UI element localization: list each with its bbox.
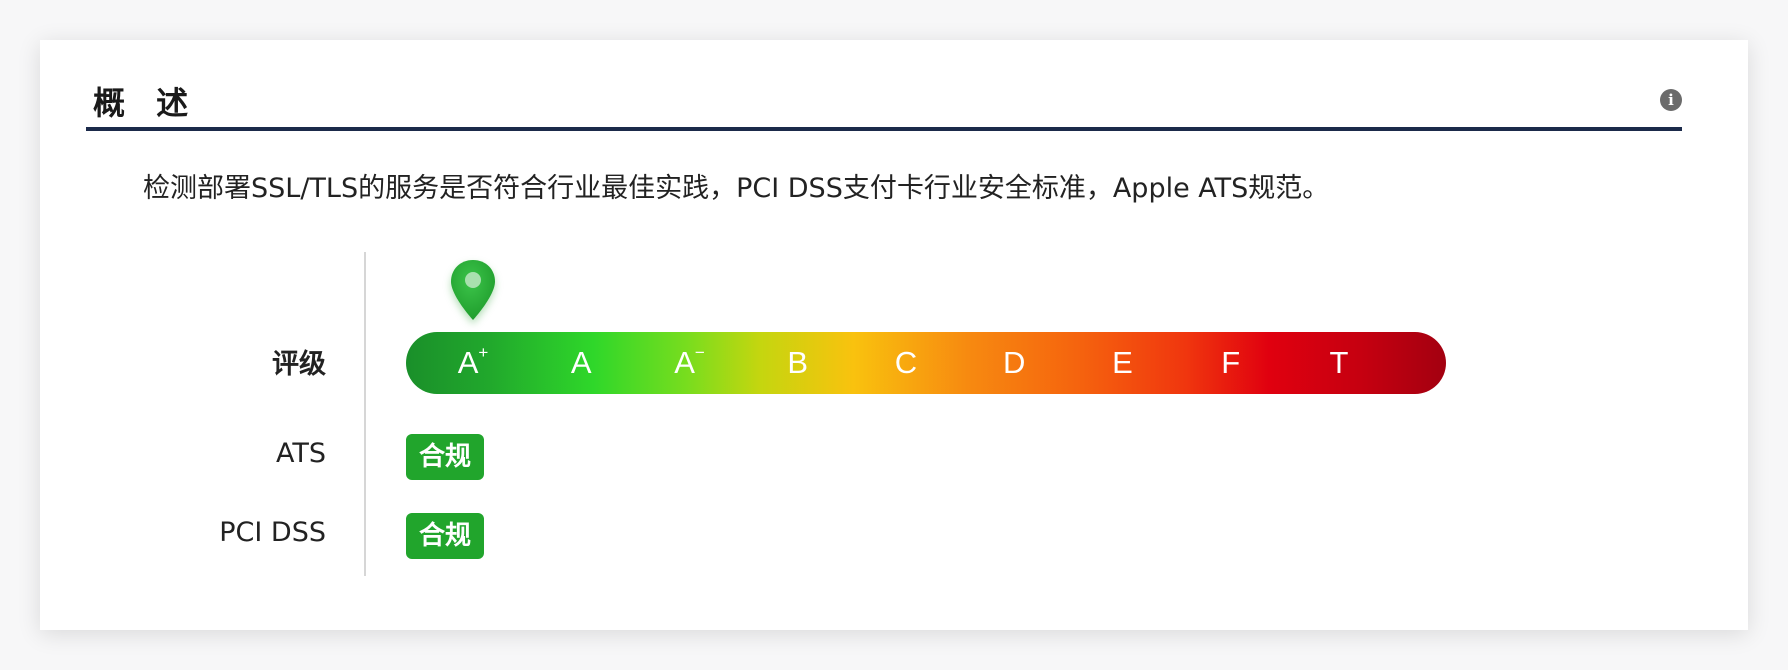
info-icon[interactable]: i (1660, 89, 1682, 111)
grade-label-c: C (894, 345, 918, 380)
grade-label-e: E (1112, 345, 1133, 380)
grade-row-label: 评级 (272, 349, 326, 380)
grade-label-a-plus: A+ (457, 342, 489, 380)
grade-label-f: F (1221, 345, 1241, 380)
pci-dss-compliance-badge: 合规 (406, 513, 484, 559)
ats-compliance-badge: 合规 (406, 434, 484, 480)
grade-label-b: B (787, 345, 809, 380)
grade-label-d: D (1003, 345, 1026, 380)
title-divider (86, 127, 1682, 131)
pci-dss-row-label: PCI DSS (219, 517, 326, 548)
section-description: 检测部署SSL/TLS的服务是否符合行业最佳实践，PCI DSS支付卡行业安全标… (143, 173, 1330, 204)
map-pin-icon (451, 260, 495, 320)
overview-card: 概 述 i 检测部署SSL/TLS的服务是否符合行业最佳实践，PCI DSS支付… (40, 40, 1748, 630)
grade-label-a-minus: A− (674, 342, 705, 380)
label-divider (364, 252, 366, 576)
grade-label-a: A (570, 345, 592, 380)
grade-label-t: T (1329, 345, 1349, 380)
section-title: 概 述 (93, 84, 199, 122)
ats-row-label: ATS (275, 438, 326, 469)
